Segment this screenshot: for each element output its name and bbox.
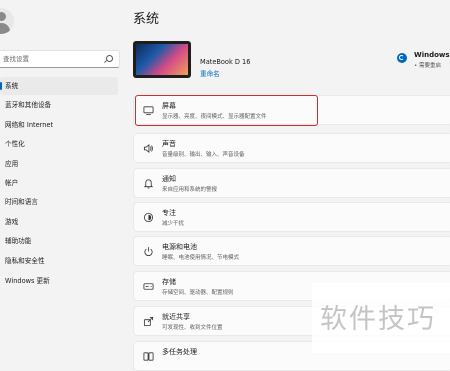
sidebar: 查找设置 系统 蓝牙和其他设备 网络和 Internet 个性化 应用 帐户 时… <box>0 0 122 353</box>
card-notifications[interactable]: 通知 来自应用和系统的警报 <box>133 168 450 198</box>
search-placeholder: 查找设置 <box>3 55 29 63</box>
card-sound[interactable]: 声音 音量级别、输出、输入、声音设备 <box>133 133 450 163</box>
card-power[interactable]: 电源和电池 睡眠、电池使用情况、节电模式 <box>133 236 450 266</box>
storage-icon <box>143 283 154 290</box>
bell-icon <box>143 179 154 189</box>
page-title: 系统 <box>133 12 160 27</box>
card-nearby-sharing-title: 就近共享 <box>162 313 190 321</box>
watermark-text: 软件技巧 <box>320 304 436 335</box>
card-focus-title: 专注 <box>162 209 176 217</box>
avatar[interactable] <box>0 8 14 34</box>
card-focus-subtitle: 减少干扰 <box>162 221 185 227</box>
card-power-title: 电源和电池 <box>162 243 197 251</box>
search-input[interactable]: 查找设置 <box>0 50 120 68</box>
sidebar-item-personalization[interactable]: 个性化 <box>0 135 118 153</box>
speaker-icon <box>143 143 153 154</box>
sidebar-item-accessibility[interactable]: 辅助功能 <box>0 232 118 250</box>
power-icon <box>144 247 153 257</box>
card-storage-title: 存储 <box>162 278 176 286</box>
card-power-subtitle: 睡眠、电池使用情况、节电模式 <box>162 255 240 261</box>
watermark: 软件技巧 <box>312 283 450 353</box>
highlight-box <box>135 95 318 126</box>
card-notifications-subtitle: 来自应用和系统的警报 <box>162 187 218 193</box>
sidebar-item-apps[interactable]: 应用 <box>0 155 118 173</box>
rename-link[interactable]: 重命名 <box>200 68 220 78</box>
windows-update-title[interactable]: Windows 更新 <box>414 50 450 60</box>
sidebar-item-accounts[interactable]: 帐户 <box>0 174 118 192</box>
device-name: MateBook D 16 <box>200 58 251 66</box>
search-icon <box>106 55 113 62</box>
card-sound-subtitle: 音量级别、输出、输入、声音设备 <box>162 152 245 158</box>
sidebar-item-privacy[interactable]: 隐私和安全性 <box>0 252 118 270</box>
device-image <box>133 41 191 78</box>
sidebar-item-system[interactable]: 系统 <box>0 77 118 95</box>
card-focus[interactable]: 专注 减少干扰 <box>133 202 450 232</box>
focus-icon <box>143 212 154 223</box>
sidebar-item-network[interactable]: 网络和 Internet <box>0 116 118 134</box>
windows-update-icon <box>397 53 407 63</box>
sidebar-item-gaming[interactable]: 游戏 <box>0 213 118 231</box>
card-storage-subtitle: 存储空间、驱动器、配置规则 <box>162 290 234 296</box>
card-nearby-sharing-subtitle: 可发现性、收到文件位置 <box>162 325 223 331</box>
share-icon <box>143 316 154 327</box>
card-sound-title: 声音 <box>162 140 176 148</box>
sidebar-item-time-language[interactable]: 时间和语言 <box>0 193 118 211</box>
card-multitasking-title: 多任务处理 <box>162 348 197 356</box>
sidebar-item-windows-update[interactable]: Windows 更新 <box>0 272 118 290</box>
sidebar-item-bluetooth[interactable]: 蓝牙和其他设备 <box>0 96 118 114</box>
windows-update-status: • 需要重启 <box>414 63 441 69</box>
card-notifications-title: 通知 <box>162 175 176 183</box>
